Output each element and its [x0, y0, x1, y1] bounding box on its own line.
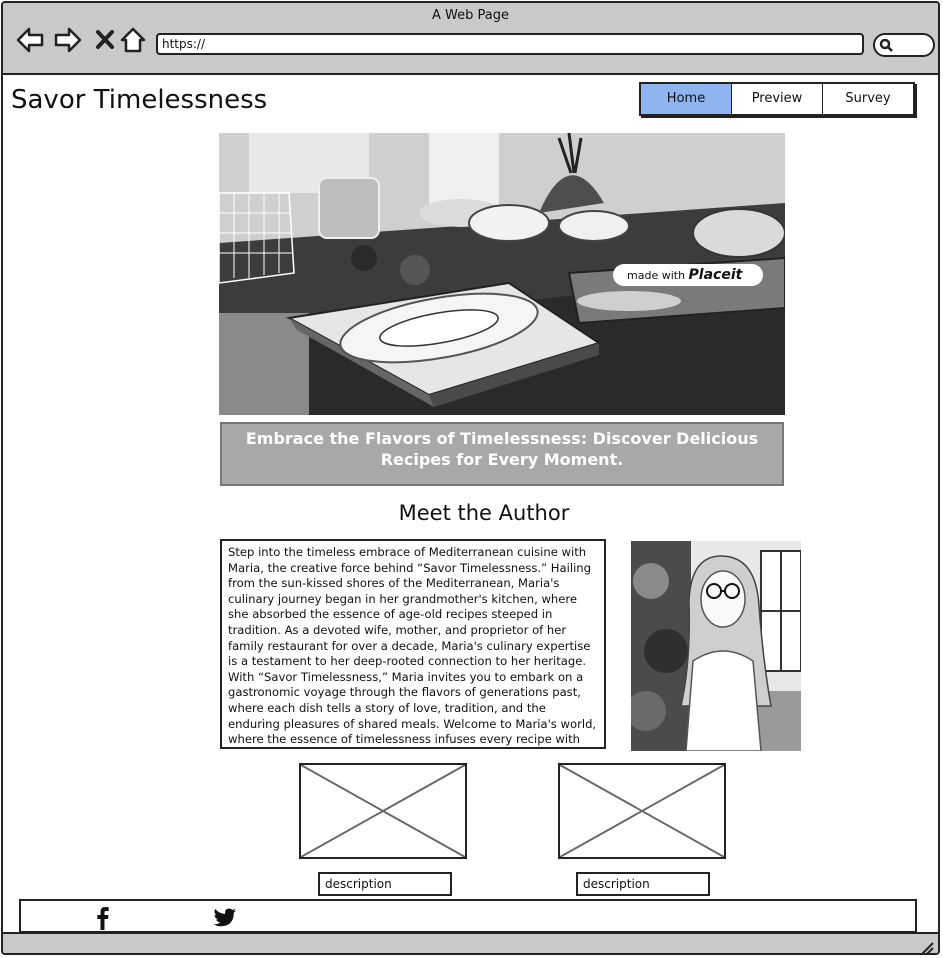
back-arrow-icon[interactable] — [15, 25, 45, 55]
close-icon[interactable] — [91, 25, 121, 55]
author-photo — [631, 541, 801, 751]
gallery-description: description — [318, 872, 452, 896]
tagline-banner: Embrace the Flavors of Timelessness: Dis… — [220, 422, 784, 486]
twitter-icon[interactable] — [213, 906, 237, 930]
main-nav: Home Preview Survey — [639, 82, 915, 116]
search-icon — [879, 38, 893, 52]
gallery-image-placeholder — [558, 763, 726, 859]
gallery-image-placeholder — [299, 763, 467, 859]
browser-window: A Web Page https:// Savor Timelessness H… — [1, 1, 940, 955]
footer — [19, 899, 917, 933]
home-icon[interactable] — [118, 25, 148, 55]
resize-grip-icon[interactable] — [920, 941, 934, 955]
browser-toolbar: A Web Page https:// — [3, 3, 938, 75]
author-portrait-image — [631, 541, 801, 751]
hero-image: made with Placeit — [219, 133, 785, 415]
facebook-icon[interactable] — [91, 906, 115, 930]
url-input[interactable]: https:// — [156, 33, 864, 55]
gallery-description: description — [576, 872, 710, 896]
tab-survey[interactable]: Survey — [823, 84, 913, 114]
tab-home[interactable]: Home — [641, 84, 732, 114]
placeit-badge: made with Placeit — [613, 264, 763, 286]
author-bio: Step into the timeless embrace of Medite… — [220, 539, 606, 749]
tab-preview[interactable]: Preview — [732, 84, 823, 114]
site-title: Savor Timelessness — [11, 85, 268, 115]
window-title: A Web Page — [432, 8, 509, 23]
browser-statusbar — [3, 932, 938, 955]
forward-arrow-icon[interactable] — [53, 25, 83, 55]
browser-search[interactable] — [873, 33, 935, 57]
meet-author-heading: Meet the Author — [398, 501, 570, 525]
